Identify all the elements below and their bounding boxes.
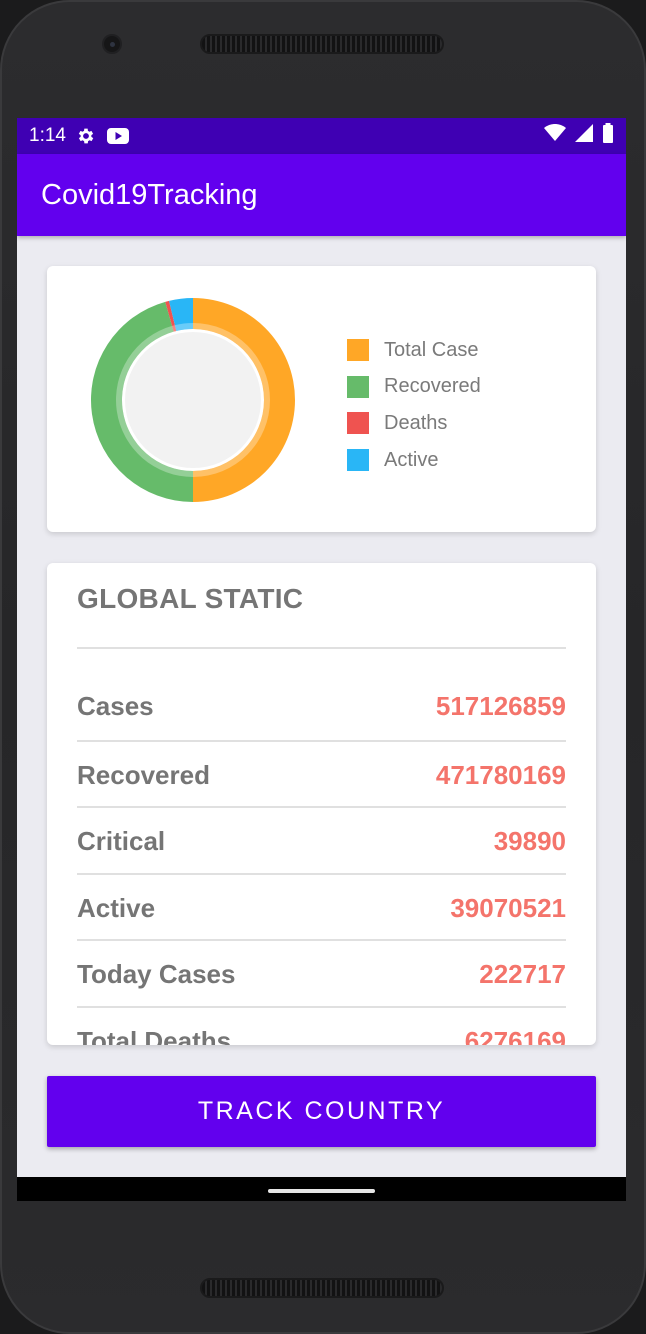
track-country-button[interactable]: TRACK COUNTRY xyxy=(47,1076,596,1147)
donut-hole xyxy=(125,332,261,468)
legend-label: Recovered xyxy=(384,375,481,398)
gear-icon xyxy=(76,126,96,146)
legend-swatch xyxy=(347,449,369,472)
play-icon xyxy=(106,126,130,146)
stats-title: GLOBAL STATIC xyxy=(77,583,304,614)
stat-label: Recovered xyxy=(77,759,210,790)
stat-row: Total Deaths 6276169 xyxy=(77,1005,566,1046)
stat-value: 222717 xyxy=(479,959,566,989)
app-title: Covid19Tracking xyxy=(41,178,258,211)
legend-item: Active xyxy=(347,442,481,479)
status-time: 1:14 xyxy=(29,125,66,146)
stat-value: 471780169 xyxy=(435,759,566,790)
legend-item: Total Case xyxy=(347,332,481,369)
front-camera xyxy=(102,34,122,54)
wifi-icon xyxy=(544,123,566,148)
legend-label: Total Case xyxy=(384,338,479,361)
chart-card: Total Case Recovered Deaths Active xyxy=(47,266,596,532)
stat-label: Total Deaths xyxy=(77,1025,232,1046)
status-bar: 1:14 xyxy=(17,118,626,154)
navigation-bar xyxy=(17,1177,626,1201)
stat-label: Active xyxy=(77,892,156,923)
stat-value: 39070521 xyxy=(450,892,566,923)
stat-label: Today Cases xyxy=(77,959,236,989)
home-gesture-handle[interactable] xyxy=(268,1189,375,1193)
legend-label: Active xyxy=(384,448,439,471)
legend-label: Deaths xyxy=(384,411,448,434)
stats-list: Cases 517126859 Recovered 471780169 Critical… xyxy=(77,673,566,1045)
stat-row: Today Cases 222717 xyxy=(77,939,566,1006)
divider xyxy=(77,647,566,649)
stat-value: 39890 xyxy=(493,826,566,856)
phone-frame: 1:14 Covid19Tracking Total Case Recovere… xyxy=(0,0,646,1334)
legend-swatch xyxy=(347,339,369,362)
stat-label: Critical xyxy=(77,826,166,856)
legend-item: Recovered xyxy=(347,369,481,406)
stat-label: Cases xyxy=(77,691,154,721)
legend-swatch xyxy=(347,412,369,435)
chart-legend: Total Case Recovered Deaths Active xyxy=(347,332,481,478)
stat-row: Recovered 471780169 xyxy=(77,739,566,807)
earpiece-speaker xyxy=(200,34,444,54)
screen: 1:14 Covid19Tracking Total Case Recovere… xyxy=(17,118,626,1201)
stat-value: 517126859 xyxy=(435,691,566,721)
battery-icon xyxy=(602,123,614,149)
bottom-speaker xyxy=(200,1278,444,1298)
stat-row: Cases 517126859 xyxy=(77,673,566,740)
app-bar: Covid19Tracking xyxy=(17,154,626,236)
stat-row: Critical 39890 xyxy=(77,806,566,873)
donut-chart xyxy=(90,298,295,502)
stat-row: Active 39070521 xyxy=(77,872,566,940)
stat-value: 6276169 xyxy=(464,1025,566,1046)
signal-icon xyxy=(574,124,594,148)
legend-swatch xyxy=(347,375,369,398)
global-stats-card: GLOBAL STATIC Cases 517126859 Recovered 471… xyxy=(47,563,596,1045)
legend-item: Deaths xyxy=(347,405,481,442)
